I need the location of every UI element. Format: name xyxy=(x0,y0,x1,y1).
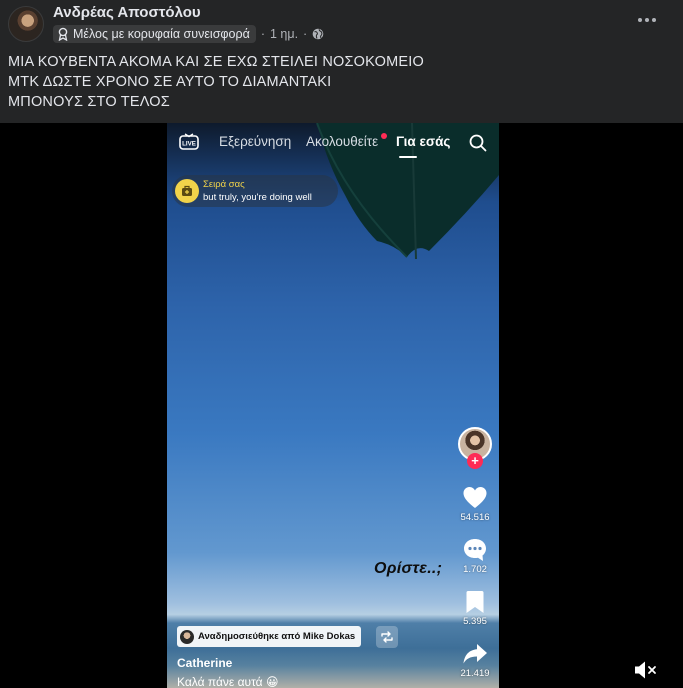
share-button[interactable]: 21.419 xyxy=(455,641,495,679)
tab-for-you[interactable]: Για εσάς xyxy=(396,134,450,149)
post-meta: Μέλος με κορυφαία συνεισφορά · 1 ημ. · xyxy=(53,24,324,44)
video-caption: Καλά πάνε αυτά 😀 xyxy=(177,675,279,688)
meta-separator: · xyxy=(303,27,308,41)
live-icon[interactable]: LIVE xyxy=(179,133,199,151)
share-icon xyxy=(463,644,487,664)
video-overlay-text: Ορίστε..; xyxy=(374,560,443,577)
like-count: 54.516 xyxy=(460,512,490,523)
volume-muted-icon[interactable] xyxy=(633,659,659,681)
repost-text: Αναδημοσιεύθηκε από Mike Dokas xyxy=(198,631,356,642)
search-icon[interactable] xyxy=(469,134,487,152)
post-text-line: ΜΠΟΝΟΥΣ ΣΤΟ ΤΕΛΟΣ xyxy=(8,94,170,110)
follow-button[interactable]: + xyxy=(467,453,483,469)
comment-count: 1.702 xyxy=(463,564,487,575)
active-tab-indicator xyxy=(399,156,417,158)
author-avatar[interactable] xyxy=(8,6,44,42)
svg-text:LIVE: LIVE xyxy=(182,141,196,148)
series-subtitle: but truly, you're doing well xyxy=(203,192,312,203)
more-options-button[interactable] xyxy=(633,8,661,32)
save-count: 5.395 xyxy=(463,616,487,627)
tiktok-video-frame[interactable]: LIVE Εξερεύνηση Ακολουθείτε Για εσάς Σει… xyxy=(167,123,499,688)
tab-following[interactable]: Ακολουθείτε xyxy=(306,134,378,149)
save-button[interactable]: 5.395 xyxy=(455,589,495,627)
badge-label: Μέλος με κορυφαία συνεισφορά xyxy=(73,27,250,41)
post-text-line: ΜΙΑ ΚΟΥΒΕΝΤΑ ΑΚΟΜΑ ΚΑΙ ΣΕ ΕΧΩ ΣΤΕΙΛΕΙ ΝΟ… xyxy=(8,54,424,70)
post-time[interactable]: 1 ημ. xyxy=(270,27,298,41)
more-icon-dot xyxy=(645,18,649,22)
repost-icon xyxy=(381,631,393,643)
heart-icon xyxy=(463,487,487,508)
video-player[interactable]: LIVE Εξερεύνηση Ακολουθείτε Για εσάς Σει… xyxy=(0,123,683,688)
more-icon-dot xyxy=(652,18,656,22)
tab-explore[interactable]: Εξερεύνηση xyxy=(219,134,291,149)
comment-icon xyxy=(464,539,486,561)
series-icon xyxy=(175,179,199,203)
more-icon xyxy=(638,18,642,22)
series-pill[interactable]: Σειρά σας but truly, you're doing well xyxy=(172,175,338,207)
repost-button[interactable] xyxy=(376,626,398,648)
like-button[interactable]: 54.516 xyxy=(455,485,495,523)
comment-button[interactable]: 1.702 xyxy=(455,537,495,575)
bookmark-icon xyxy=(466,591,484,613)
notification-dot xyxy=(381,133,387,139)
top-contributor-badge[interactable]: Μέλος με κορυφαία συνεισφορά xyxy=(53,25,256,43)
author-name[interactable]: Ανδρέας Αποστόλου xyxy=(53,4,201,21)
series-title: Σειρά σας xyxy=(203,179,245,190)
meta-separator: · xyxy=(260,27,265,41)
creator-name[interactable]: Catherine xyxy=(177,656,232,670)
badge-icon xyxy=(58,27,68,41)
tiktok-nav: LIVE Εξερεύνηση Ακολουθείτε Για εσάς xyxy=(167,131,499,158)
globe-icon[interactable] xyxy=(312,28,324,40)
reposter-avatar xyxy=(180,629,194,644)
post-text-line: ΜΤΚ ΔΩΣΤΕ ΧΡΟΝΟ ΣΕ ΑΥΤΟ ΤΟ ΔΙΑΜΑΝΤΑΚΙ xyxy=(8,74,332,90)
post-text: ΜΙΑ ΚΟΥΒΕΝΤΑ ΑΚΟΜΑ ΚΑΙ ΣΕ ΕΧΩ ΣΤΕΙΛΕΙ ΝΟ… xyxy=(8,52,424,112)
share-count: 21.419 xyxy=(460,668,490,679)
post-header: Ανδρέας Αποστόλου Μέλος με κορυφαία συνε… xyxy=(0,0,683,48)
repost-label[interactable]: Αναδημοσιεύθηκε από Mike Dokas xyxy=(177,626,362,647)
